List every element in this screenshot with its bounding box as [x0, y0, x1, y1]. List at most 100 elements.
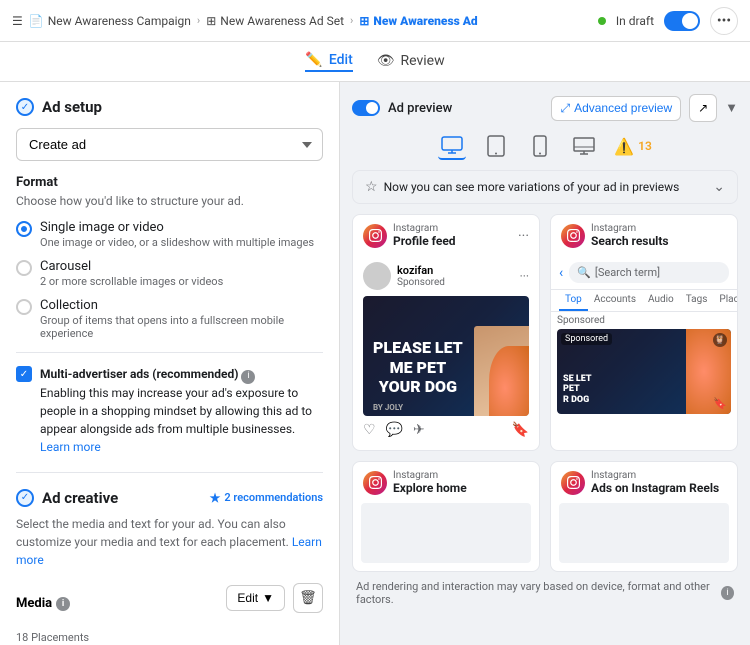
multi-advertiser-checkbox[interactable]: ✓: [16, 366, 32, 382]
warning-badge: ⚠️ 13: [614, 137, 652, 156]
main-layout: ✓ Ad setup Create ad Format Choose how y…: [0, 82, 750, 645]
feed-username: kozifan: [397, 264, 445, 277]
search-magnifier-icon: 🔍: [577, 266, 591, 279]
search-back-icon[interactable]: ‹: [559, 265, 563, 281]
desktop-device-icon[interactable]: [438, 132, 466, 160]
preview-card-explore-header: Instagram Explore home: [353, 462, 539, 503]
preview-footer: Ad rendering and interaction may vary ba…: [352, 572, 738, 614]
preview-more-1[interactable]: ···: [518, 228, 529, 244]
platform-label-1: Instagram: [393, 223, 456, 234]
preview-card-reels-header: Instagram Ads on Instagram Reels: [551, 462, 737, 503]
share-button[interactable]: ↗: [689, 94, 717, 122]
ad-setup-title: Ad setup: [42, 98, 102, 116]
breadcrumb-menu[interactable]: ☰: [12, 14, 23, 28]
footer-text: Ad rendering and interaction may vary ba…: [356, 580, 717, 606]
advanced-preview-button[interactable]: ⤢ Advanced preview: [551, 96, 681, 121]
breadcrumb-adset[interactable]: ⊞ New Awareness Ad Set: [206, 14, 344, 28]
feed-ad-byline: BY JOLY: [373, 403, 403, 412]
radio-collection-circle[interactable]: [16, 299, 32, 315]
multi-advertiser-info-icon[interactable]: i: [241, 370, 255, 384]
tablet-device-icon[interactable]: [482, 132, 510, 160]
radio-single-image-circle[interactable]: [16, 221, 32, 237]
platform-label-2: Instagram: [591, 223, 669, 234]
search-ad-owl-icon: 🦉: [713, 333, 727, 347]
feed-bookmark-icon[interactable]: 🔖: [512, 422, 529, 438]
draft-toggle[interactable]: [664, 11, 700, 31]
radio-single-image[interactable]: Single image or video One image or video…: [16, 220, 323, 249]
feed-sponsored-label: Sponsored: [397, 277, 445, 288]
more-options-button[interactable]: •••: [710, 7, 738, 35]
breadcrumb-ad[interactable]: ⊞ New Awareness Ad: [359, 14, 477, 28]
instagram-icon-3: [363, 471, 387, 495]
search-tab-top[interactable]: Top: [559, 290, 588, 311]
search-tab-places[interactable]: Places: [713, 290, 738, 311]
monitor-device-icon[interactable]: [570, 132, 598, 160]
left-panel: ✓ Ad setup Create ad Format Choose how y…: [0, 82, 340, 645]
search-ad-sponsored-badge: Sponsored: [561, 333, 612, 345]
radio-carousel-circle[interactable]: [16, 260, 32, 276]
feed-action-buttons: ♡ 💬 ✈ 🔖: [363, 416, 529, 444]
radio-carousel-desc: 2 or more scrollable images or videos: [40, 275, 223, 288]
search-bar-row: ‹ 🔍 [Search term]: [551, 256, 737, 290]
preview-toggle: Ad preview: [352, 100, 452, 116]
breadcrumb-sep-2: ›: [350, 14, 353, 27]
breadcrumb-campaign[interactable]: 📄 New Awareness Campaign: [29, 14, 191, 28]
preview-right: ⤢ Advanced preview ↗ ▼: [551, 94, 738, 122]
breadcrumb-sep-1: ›: [197, 14, 200, 27]
edit-icon: ✏️: [305, 52, 322, 68]
multi-advertiser-option[interactable]: ✓ Multi-advertiser ads (recommended) i E…: [16, 352, 323, 456]
media-delete-button[interactable]: 🗑: [293, 583, 323, 613]
ad-creative-header: ✓ Ad creative ★ 2 recommendations: [16, 489, 323, 507]
preview-label: Ad preview: [388, 101, 452, 116]
star-icon: ★: [210, 491, 221, 505]
ad-setup-check-icon: ✓: [16, 98, 34, 116]
edit-dropdown-chevron: ▼: [262, 591, 274, 605]
instagram-icon-4: [561, 471, 585, 495]
search-bookmark-icon[interactable]: 🔖: [713, 397, 727, 410]
feed-ad-text: PLEASE LETME PETYOUR DOG: [373, 338, 463, 396]
create-ad-dropdown[interactable]: Create ad: [16, 128, 323, 161]
share-dropdown-chevron[interactable]: ▼: [725, 100, 738, 116]
media-actions: Edit ▼ 🗑: [226, 583, 323, 613]
ad-creative-title: Ad creative: [42, 489, 118, 507]
top-nav: ☰ 📄 New Awareness Campaign › ⊞ New Aware…: [0, 0, 750, 42]
radio-collection[interactable]: Collection Group of items that opens int…: [16, 298, 323, 340]
footer-info-icon[interactable]: i: [721, 586, 734, 600]
multi-advertiser-learn-more[interactable]: Learn more: [40, 440, 101, 454]
media-info-icon[interactable]: i: [56, 597, 70, 611]
radio-single-image-label: Single image or video: [40, 220, 314, 235]
preview-grid: Instagram Profile feed ··· kozifan Spons…: [352, 214, 738, 572]
media-label-text: Media: [16, 596, 52, 611]
search-tab-accounts[interactable]: Accounts: [588, 290, 642, 311]
right-panel: Ad preview ⤢ Advanced preview ↗ ▼: [340, 82, 750, 645]
sidebar-toggle-icon[interactable]: ☰: [12, 14, 23, 28]
status-label: In draft: [616, 14, 654, 28]
ad-setup-section-header: ✓ Ad setup: [16, 98, 323, 116]
preview-card-reels: Instagram Ads on Instagram Reels: [550, 461, 738, 572]
preview-card-search-header: Instagram Search results: [551, 215, 737, 256]
tab-edit[interactable]: ✏️ Edit: [305, 52, 352, 72]
search-tab-tags[interactable]: Tags: [680, 290, 714, 311]
preview-card-profile-feed-header: Instagram Profile feed ···: [353, 215, 539, 256]
edit-review-tabs: ✏️ Edit 👁 Review: [0, 42, 750, 82]
feed-like-icon[interactable]: ♡: [363, 422, 376, 438]
radio-carousel-label: Carousel: [40, 259, 223, 274]
feed-more-dots[interactable]: ···: [520, 269, 529, 283]
mobile-device-icon[interactable]: [526, 132, 554, 160]
banner-chevron[interactable]: ⌄: [713, 179, 725, 195]
feed-share-icon[interactable]: ✈: [413, 422, 425, 438]
preview-toggle-switch[interactable]: [352, 100, 380, 116]
radio-carousel[interactable]: Carousel 2 or more scrollable images or …: [16, 259, 323, 288]
search-tab-audio[interactable]: Audio: [642, 290, 680, 311]
preview-banner: ☆ Now you can see more variations of you…: [352, 170, 738, 204]
reels-placeholder: [559, 503, 729, 563]
search-tabs: Top Accounts Audio Tags Places: [551, 290, 737, 312]
search-input-mock[interactable]: 🔍 [Search term]: [569, 262, 729, 283]
tab-review[interactable]: 👁 Review: [377, 53, 445, 71]
media-edit-button[interactable]: Edit ▼: [226, 585, 285, 611]
instagram-icon-1: [363, 224, 387, 248]
feed-comment-icon[interactable]: 💬: [386, 422, 403, 438]
radio-single-image-desc: One image or video, or a slideshow with …: [40, 236, 314, 249]
radio-collection-desc: Group of items that opens into a fullscr…: [40, 314, 323, 340]
explore-placeholder: [361, 503, 531, 563]
